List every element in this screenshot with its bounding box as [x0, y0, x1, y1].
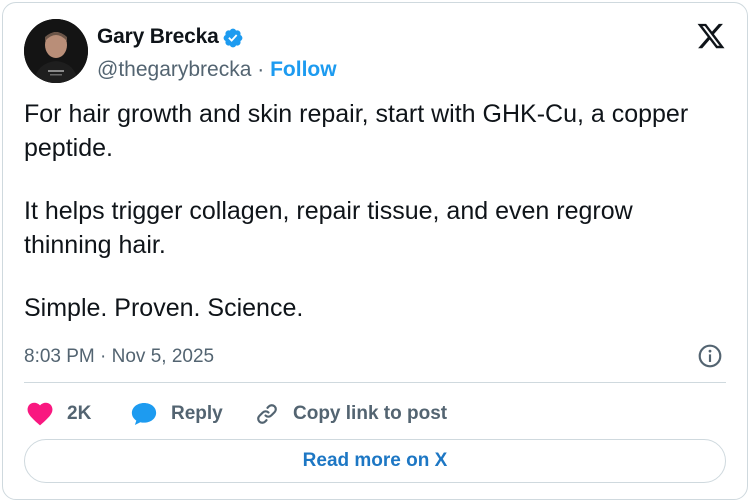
speech-bubble-icon	[131, 402, 157, 426]
post-timestamp[interactable]: 8:03 PM · Nov 5, 2025	[24, 346, 214, 368]
verified-badge-icon	[223, 28, 243, 48]
author-handle[interactable]: @thegarybrecka	[97, 58, 251, 81]
copy-link-button[interactable]: Copy link to post	[255, 399, 447, 429]
link-icon	[257, 404, 277, 424]
reply-button[interactable]: Reply	[131, 399, 223, 429]
post-text: For hair growth and skin repair, start w…	[24, 97, 724, 325]
divider	[24, 382, 726, 383]
heart-icon	[27, 402, 53, 426]
like-count: 2K	[67, 403, 92, 424]
embedded-post-card: Gary Brecka @thegarybrecka · Follow For …	[2, 2, 748, 500]
info-icon[interactable]	[697, 343, 723, 369]
copy-link-label: Copy link to post	[293, 403, 448, 424]
post-paragraph: For hair growth and skin repair, start w…	[24, 100, 689, 162]
like-button[interactable]: 2K	[27, 399, 91, 429]
avatar-photo	[24, 19, 88, 83]
reply-label: Reply	[171, 403, 223, 424]
handle-separator: ·	[257, 58, 265, 81]
read-more-label: Read more on X	[302, 450, 448, 471]
follow-button[interactable]: Follow	[270, 58, 337, 81]
x-logo-icon[interactable]	[695, 21, 727, 51]
handle-row: @thegarybrecka · Follow	[97, 58, 337, 82]
post-paragraph: Simple. Proven. Science.	[24, 294, 304, 322]
read-more-button[interactable]: Read more on X	[24, 439, 726, 483]
post-paragraph: It helps trigger collagen, repair tissue…	[24, 197, 633, 259]
author-name[interactable]: Gary Brecka	[97, 25, 219, 49]
author-avatar[interactable]	[24, 19, 88, 83]
